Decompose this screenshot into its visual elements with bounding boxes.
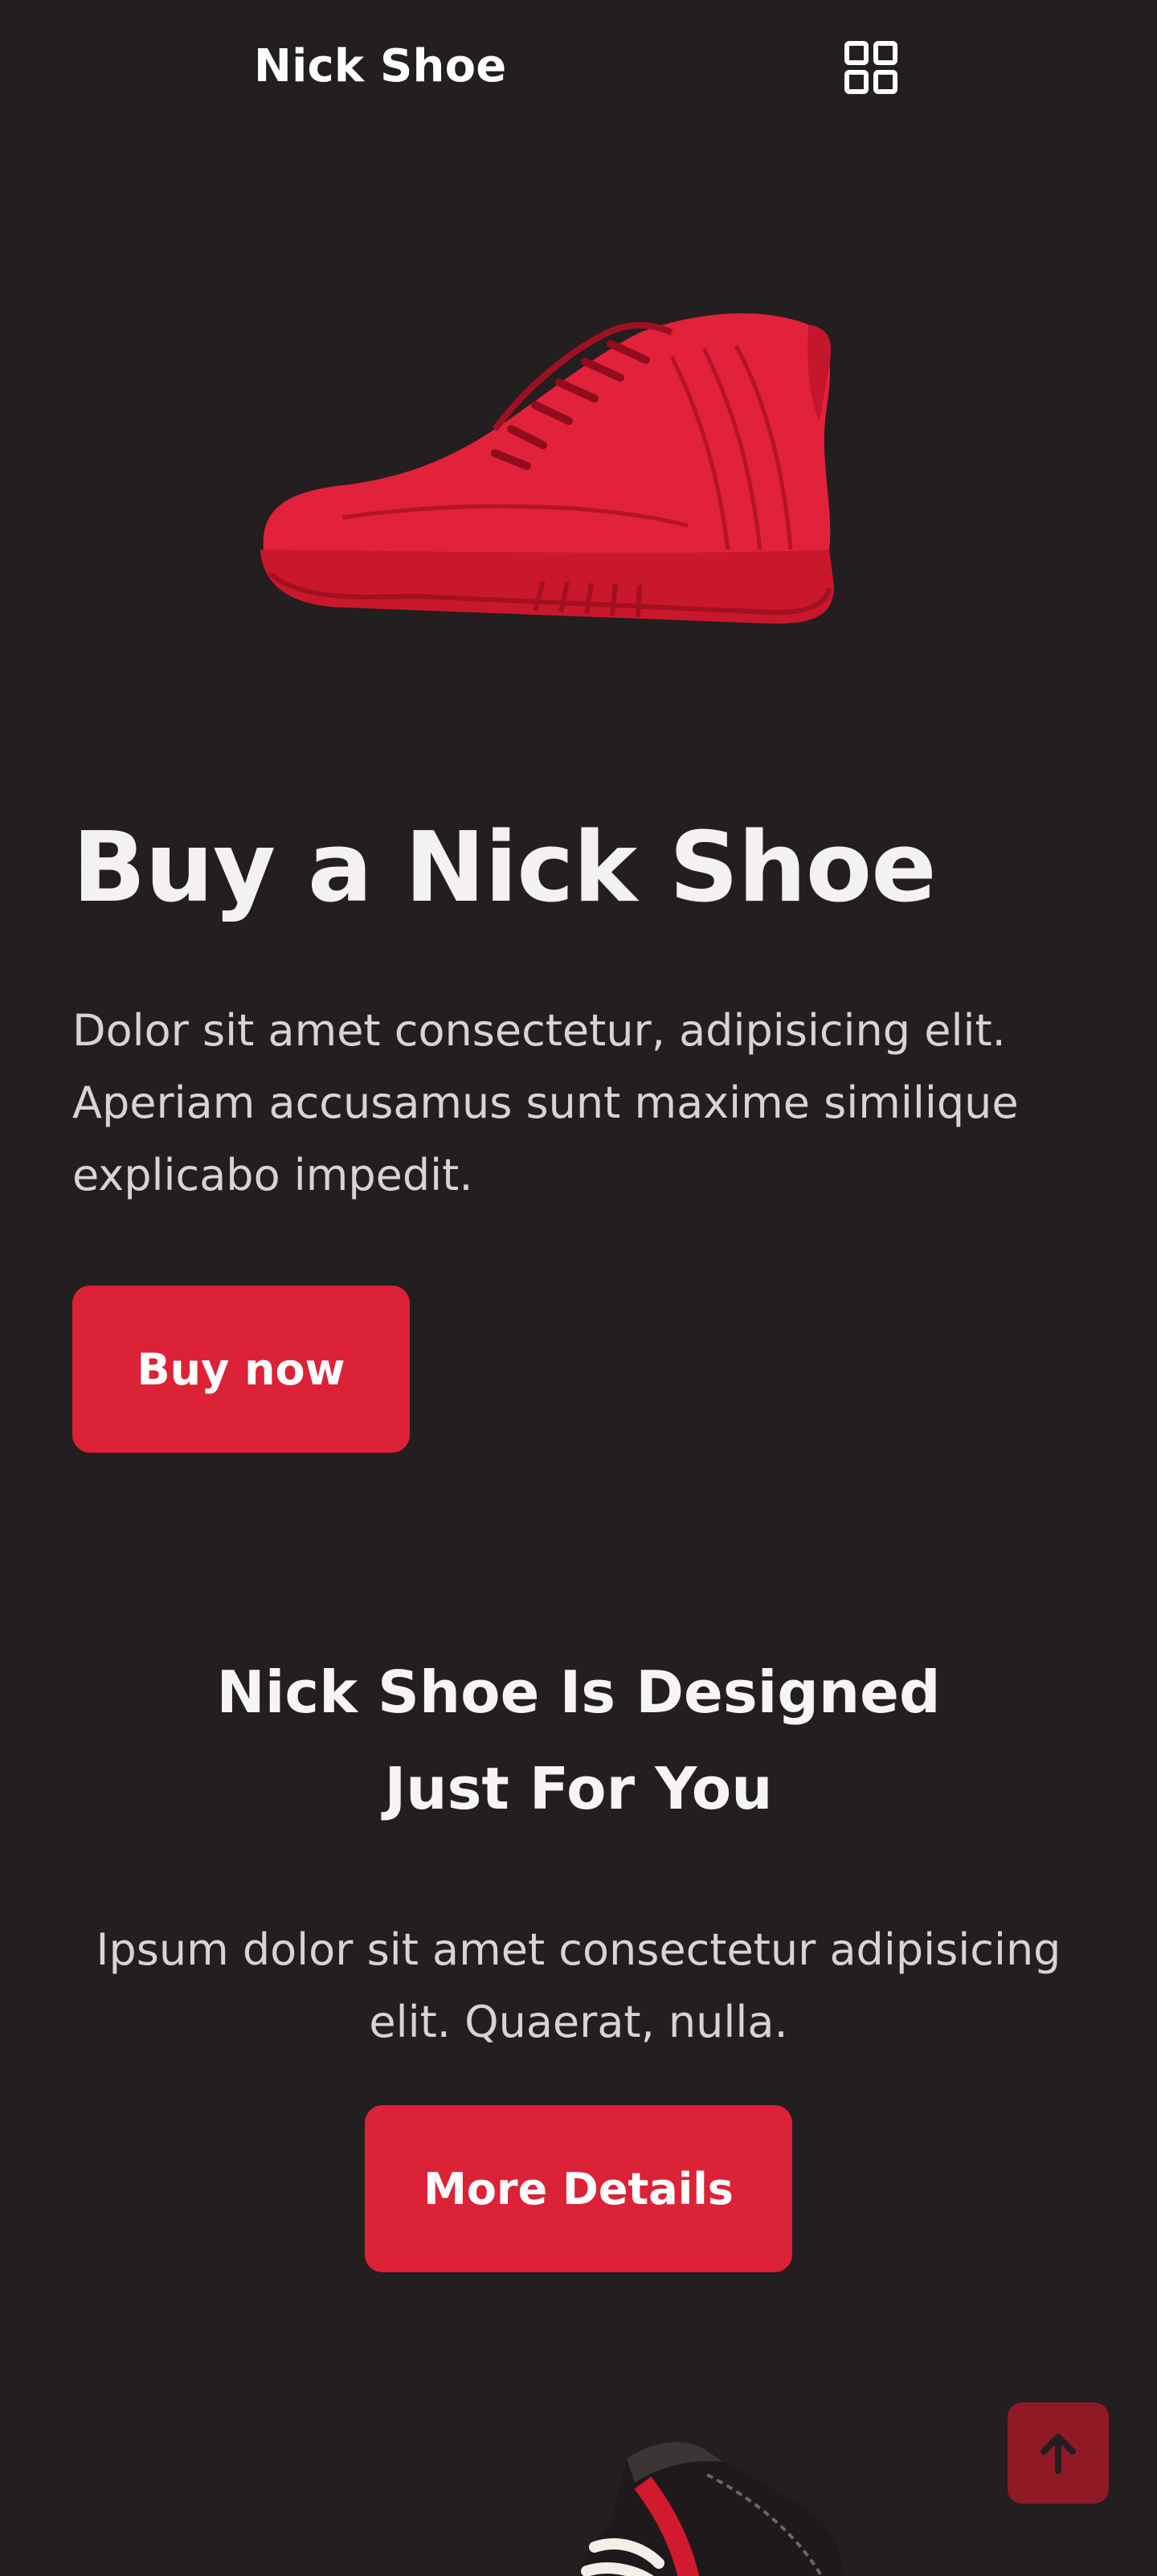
grid-menu-icon[interactable] (844, 40, 898, 95)
arrow-up-icon (1040, 2434, 1076, 2474)
more-details-button[interactable]: More Details (365, 2105, 792, 2272)
hero-shoe-image (254, 309, 845, 646)
section-description: Ipsum dolor sit amet consectetur adipisi… (96, 1924, 1061, 2047)
section-title: Nick Shoe Is Designed Just For You (0, 1644, 1157, 1837)
buy-now-button[interactable]: Buy now (72, 1286, 410, 1453)
section-title-line1: Nick Shoe Is Designed (216, 1658, 941, 1726)
hero-title: Buy a Nick Shoe (72, 812, 937, 924)
black-sneaker-image (562, 2427, 852, 2576)
hero-description: Dolor sit amet consectetur, adipisicing … (72, 1005, 1019, 1200)
page: Nick Shoe Buy a Nick Shoe Dolor sit amet… (0, 0, 1157, 2576)
brand-logo[interactable]: Nick Shoe (254, 40, 506, 92)
site-header: Nick Shoe (0, 0, 1157, 145)
section-title-line2: Just For You (384, 1755, 773, 1822)
scroll-to-top-button[interactable] (1008, 2402, 1109, 2504)
